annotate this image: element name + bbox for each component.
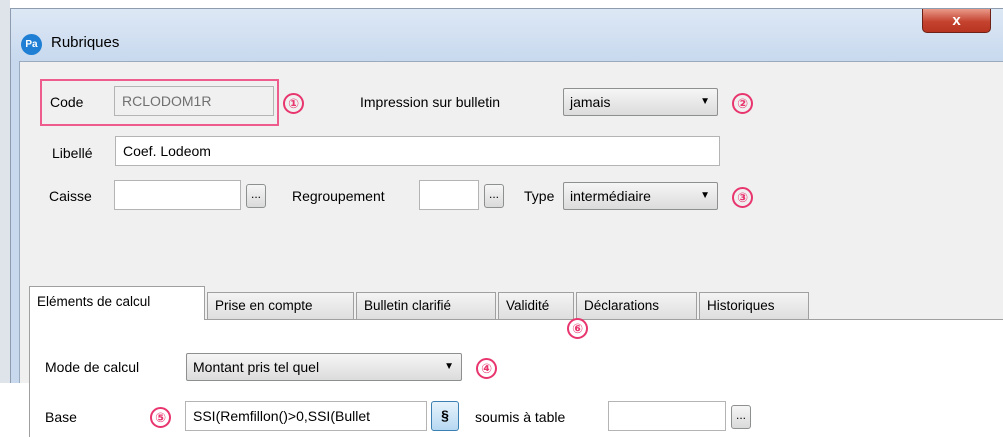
app-icon: Pa (21, 34, 42, 55)
close-icon: x (952, 12, 961, 29)
section-button[interactable]: § (431, 401, 459, 431)
impression-select[interactable]: jamais ▼ (563, 88, 718, 116)
tab-historiques[interactable]: Historiques (699, 292, 809, 319)
window-frame (11, 61, 19, 383)
code-field: RCLODOM1R (114, 86, 274, 116)
chevron-down-icon: ▼ (444, 361, 454, 372)
tab-elements-de-calcul[interactable]: Eléments de calcul (29, 286, 205, 320)
regroupement-field[interactable] (419, 180, 479, 210)
annotation-4: ④ (476, 358, 497, 379)
form-area: Code RCLODOM1R ① Impression sur bulletin… (19, 61, 1003, 437)
tab-validite[interactable]: Validité (498, 292, 574, 319)
impression-value: jamais (570, 94, 611, 110)
chevron-down-icon: ▼ (700, 96, 710, 107)
annotation-5: ⑤ (150, 407, 171, 428)
title-bar[interactable]: Pa Rubriques x (11, 9, 1003, 61)
regroupement-label: Regroupement (292, 188, 385, 204)
mode-de-calcul-select[interactable]: Montant pris tel quel ▼ (186, 353, 462, 381)
libelle-label: Libellé (52, 145, 93, 161)
mode-de-calcul-label: Mode de calcul (45, 359, 140, 375)
soumis-a-table-browse-button[interactable]: ... (731, 405, 751, 429)
annotation-1: ① (283, 93, 304, 114)
annotation-6: ⑥ (567, 318, 588, 339)
desktop-background (0, 0, 10, 383)
code-label: Code (50, 94, 84, 110)
mode-de-calcul-value: Montant pris tel quel (193, 359, 320, 375)
window-title: Rubriques (51, 34, 120, 51)
caisse-browse-button[interactable]: ... (246, 184, 266, 208)
tab-prise-en-compte[interactable]: Prise en compte (207, 292, 354, 319)
type-select[interactable]: intermédiaire ▼ (563, 182, 718, 210)
annotation-3: ③ (732, 187, 753, 208)
impression-label: Impression sur bulletin (360, 94, 501, 110)
libelle-field[interactable]: Coef. Lodeom (115, 136, 720, 166)
close-button[interactable]: x (922, 9, 991, 33)
caisse-label: Caisse (49, 188, 92, 204)
tab-bulletin-clarifie[interactable]: Bulletin clarifié (356, 292, 496, 319)
tab-panel-elements-de-calcul: Mode de calcul Montant pris tel quel ▼ ④… (29, 319, 1003, 437)
chevron-down-icon: ▼ (700, 190, 710, 201)
rubriques-window: Pa Rubriques x Code RCLODOM1R ① Impressi… (10, 8, 1003, 437)
caisse-field[interactable] (114, 180, 241, 210)
base-field[interactable]: SSI(Remfillon()>0,SSI(Bullet (185, 401, 427, 431)
type-label: Type (524, 188, 555, 204)
soumis-a-table-field[interactable] (608, 401, 726, 431)
annotation-2: ② (732, 93, 753, 114)
regroupement-browse-button[interactable]: ... (484, 184, 504, 208)
tab-declarations[interactable]: Déclarations (576, 292, 697, 319)
type-value: intermédiaire (570, 188, 651, 204)
soumis-a-table-label: soumis à table (475, 409, 566, 425)
base-label: Base (45, 409, 77, 425)
